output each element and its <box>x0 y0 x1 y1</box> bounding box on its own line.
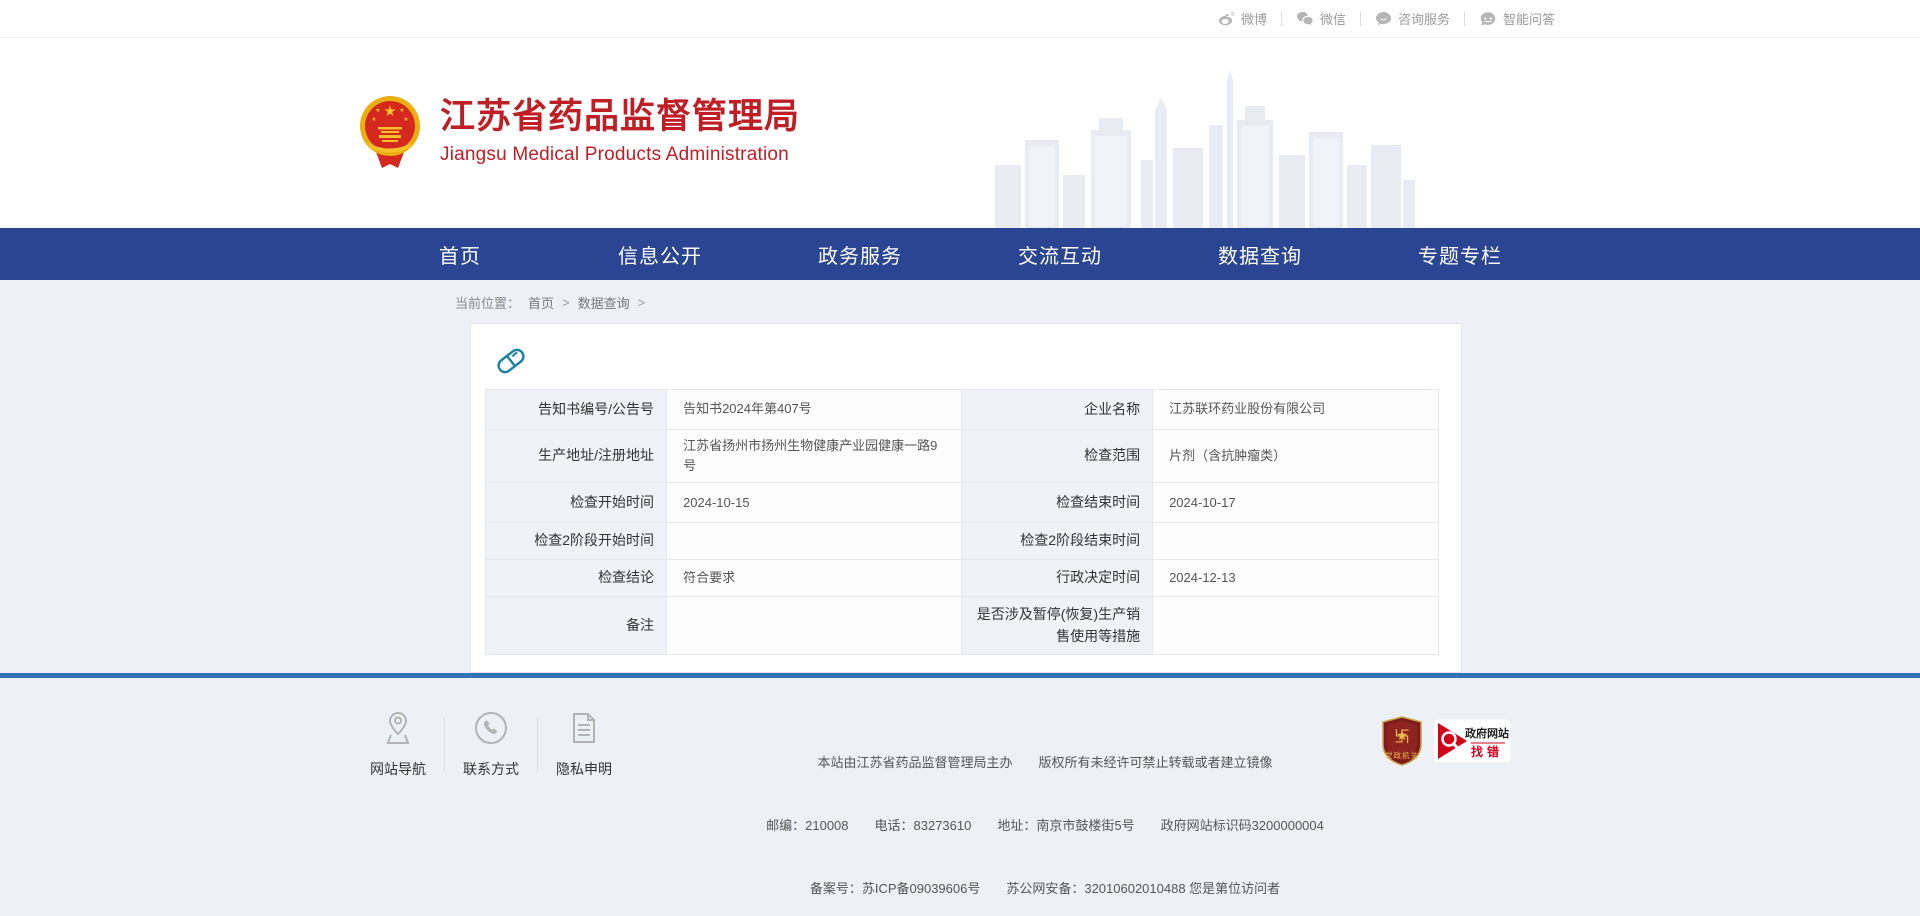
field-value-suspension-measures <box>1153 597 1439 655</box>
privacy-label: 隐私申明 <box>556 761 612 777</box>
weibo-link[interactable]: 微博 <box>1218 9 1267 28</box>
field-label-phase2-start: 检查2阶段开始时间 <box>486 523 667 560</box>
table-row: 检查结论 符合要求 行政决定时间 2024-12-13 <box>486 560 1439 597</box>
nav-item-info-disclosure[interactable]: 信息公开 <box>560 228 760 280</box>
field-label-inspection-scope: 检查范围 <box>962 430 1153 483</box>
svg-text:★: ★ <box>403 116 408 123</box>
smart-qa-label: 智能问答 <box>1503 9 1555 28</box>
table-row: 生产地址/注册地址 江苏省扬州市扬州生物健康产业园健康一路9号 检查范围 片剂（… <box>486 430 1439 483</box>
table-row: 告知书编号/公告号 告知书2024年第407号 企业名称 江苏联环药业股份有限公… <box>486 390 1439 430</box>
field-label-address: 生产地址/注册地址 <box>486 430 667 483</box>
consult-service-link[interactable]: 咨询服务 <box>1375 9 1450 28</box>
footer-line-host: 本站由江苏省药品监督管理局主办 版权所有未经许可禁止转载或者建立镜像 <box>765 752 1325 773</box>
field-value-remarks <box>667 597 962 655</box>
pill-icon <box>493 344 1439 378</box>
detail-panel: 告知书编号/公告号 告知书2024年第407号 企业名称 江苏联环药业股份有限公… <box>470 323 1462 673</box>
nav-item-special-topics[interactable]: 专题专栏 <box>1360 228 1560 280</box>
breadcrumb-separator: > <box>562 295 570 310</box>
site-map-label: 网站导航 <box>370 761 426 777</box>
field-value-inspection-start: 2024-10-15 <box>667 483 962 523</box>
field-label-phase2-end: 检查2阶段结束时间 <box>962 523 1153 560</box>
field-label-inspection-end: 检查结束时间 <box>962 483 1153 523</box>
consult-service-label: 咨询服务 <box>1398 9 1450 28</box>
privacy-link[interactable]: 隐私申明 <box>553 710 615 779</box>
svg-text:★: ★ <box>1396 727 1409 743</box>
topbar-divider <box>1360 12 1361 26</box>
site-error-report-bottom: 找错 <box>1471 744 1503 759</box>
field-value-decision-date: 2024-12-13 <box>1153 560 1439 597</box>
footer-quicklink-divider <box>444 717 445 773</box>
smart-qa-link[interactable]: 智能问答 <box>1479 9 1555 28</box>
field-label-inspection-start: 检查开始时间 <box>486 483 667 523</box>
wechat-link[interactable]: 微信 <box>1296 9 1346 28</box>
svg-text:★: ★ <box>399 107 404 114</box>
top-utility-bar: 微博 微信 咨询服务 智能问答 <box>0 0 1920 38</box>
weibo-label: 微博 <box>1241 9 1267 28</box>
site-title: 江苏省药品监督管理局 <box>440 98 800 137</box>
nav-item-gov-services[interactable]: 政务服务 <box>760 228 960 280</box>
site-map-link[interactable]: 网站导航 <box>367 710 429 779</box>
field-value-inspection-scope: 片剂（含抗肿瘤类） <box>1153 430 1439 483</box>
privacy-doc-icon <box>553 710 615 746</box>
svg-text:★: ★ <box>371 116 376 123</box>
breadcrumb-data-query-link[interactable]: 数据查询 <box>578 293 630 312</box>
city-skyline-watermark <box>995 70 1415 228</box>
phone-icon <box>460 710 522 746</box>
footer-quicklinks: 网站导航 联系方式 <box>367 710 615 779</box>
table-row: 检查2阶段开始时间 检查2阶段结束时间 <box>486 523 1439 560</box>
topbar-divider <box>1281 12 1282 26</box>
contact-label: 联系方式 <box>463 761 519 777</box>
map-pin-icon <box>367 710 429 746</box>
contact-link[interactable]: 联系方式 <box>460 710 522 779</box>
logo-block[interactable]: ★ ★ ★ ★ ★ 江苏省药品监督管理局 Jiangsu Medical Pro… <box>358 94 800 170</box>
inspection-detail-table: 告知书编号/公告号 告知书2024年第407号 企业名称 江苏联环药业股份有限公… <box>485 389 1439 655</box>
wechat-label: 微信 <box>1320 9 1346 28</box>
field-value-company-name: 江苏联环药业股份有限公司 <box>1153 390 1439 430</box>
site-error-report-top: 政府网站 <box>1465 726 1509 740</box>
field-value-conclusion: 符合要求 <box>667 560 962 597</box>
party-gov-badge[interactable]: 卐 ★ 党政机关 <box>1381 716 1423 766</box>
site-footer: 网站导航 联系方式 <box>0 678 1920 916</box>
field-label-decision-date: 行政决定时间 <box>962 560 1153 597</box>
field-label-remarks: 备注 <box>486 597 667 655</box>
site-error-report-badge[interactable]: 政府网站 找错 <box>1433 719 1511 763</box>
wechat-icon <box>1296 11 1314 26</box>
smart-qa-icon <box>1479 11 1497 27</box>
main-content: 当前位置： 首页 > 数据查询 > 告知书编号/公告号 告知书2024年第407… <box>0 280 1920 916</box>
svg-text:★: ★ <box>383 103 396 120</box>
footer-line-contact: 邮编：210008 电话：83273610 地址：南京市鼓楼街5号 政府网站标识… <box>765 815 1325 836</box>
footer-quicklink-divider <box>537 717 538 773</box>
breadcrumb: 当前位置： 首页 > 数据查询 > <box>0 280 1920 323</box>
topbar-divider <box>1464 12 1465 26</box>
party-gov-badge-label: 党政机关 <box>1385 750 1419 760</box>
nav-item-home[interactable]: 首页 <box>360 228 560 280</box>
field-value-phase2-start <box>667 523 962 560</box>
main-nav: 首页 信息公开 政务服务 交流互动 数据查询 专题专栏 <box>0 228 1920 280</box>
footer-line-icp: 备案号：苏ICP备09039606号 苏公网安备：32010602010488 … <box>765 878 1325 899</box>
footer-badges: 卐 ★ 党政机关 政府网站 找错 <box>1381 716 1511 766</box>
breadcrumb-prefix: 当前位置： <box>455 293 520 312</box>
breadcrumb-separator: > <box>638 295 646 310</box>
field-value-inspection-end: 2024-10-17 <box>1153 483 1439 523</box>
field-label-notice-number: 告知书编号/公告号 <box>486 390 667 430</box>
table-row: 备注 是否涉及暂停(恢复)生产销售使用等措施 <box>486 597 1439 655</box>
title-block: 江苏省药品监督管理局 Jiangsu Medical Products Admi… <box>440 98 800 166</box>
field-label-company-name: 企业名称 <box>962 390 1153 430</box>
field-value-phase2-end <box>1153 523 1439 560</box>
footer-legal-text: 本站由江苏省药品监督管理局主办 版权所有未经许可禁止转载或者建立镜像 邮编：21… <box>765 710 1325 916</box>
svg-text:★: ★ <box>375 107 380 114</box>
field-value-notice-number: 告知书2024年第407号 <box>667 390 962 430</box>
site-subtitle-en: Jiangsu Medical Products Administration <box>440 144 800 166</box>
breadcrumb-home-link[interactable]: 首页 <box>528 293 554 312</box>
field-label-suspension-measures: 是否涉及暂停(恢复)生产销售使用等措施 <box>962 597 1153 655</box>
weibo-icon <box>1218 11 1235 26</box>
nav-item-data-query[interactable]: 数据查询 <box>1160 228 1360 280</box>
national-emblem-logo: ★ ★ ★ ★ ★ <box>358 94 422 170</box>
consult-service-icon <box>1375 11 1392 27</box>
site-header: ★ ★ ★ ★ ★ 江苏省药品监督管理局 Jiangsu Medical Pro… <box>0 38 1920 228</box>
field-value-address: 江苏省扬州市扬州生物健康产业园健康一路9号 <box>667 430 962 483</box>
table-row: 检查开始时间 2024-10-15 检查结束时间 2024-10-17 <box>486 483 1439 523</box>
field-label-conclusion: 检查结论 <box>486 560 667 597</box>
nav-item-interaction[interactable]: 交流互动 <box>960 228 1160 280</box>
